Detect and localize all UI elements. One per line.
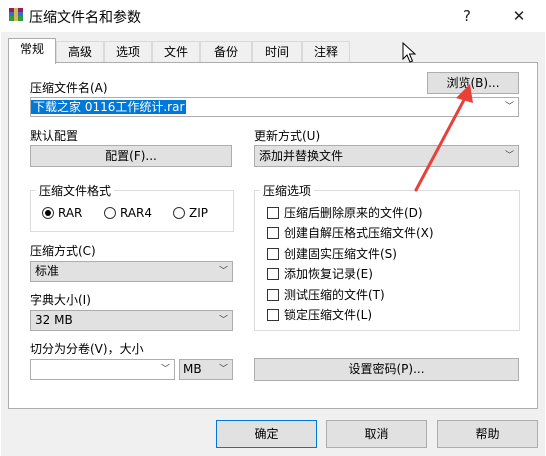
archive-format-title: 压缩文件格式 [36,182,115,199]
chevron-down-icon[interactable]: ﹀ [505,98,514,116]
winrar-app-icon [9,8,23,21]
chevron-down-icon: ﹀ [218,266,228,276]
checkbox-lock-archive-label: 锁定压缩文件(L) [284,308,373,322]
ok-button[interactable]: 确定 [216,420,317,448]
tab-general[interactable]: 常规 [8,38,56,64]
dictionary-size-select[interactable]: 32 MB ﹀ [30,310,233,331]
radio-zip[interactable] [173,207,185,219]
title-bar: 压缩文件名和参数 ? ✕ [0,0,546,32]
update-mode-select[interactable]: 添加并替换文件 ﹀ [254,145,519,167]
chevron-down-icon: ﹀ [218,315,228,325]
dictionary-size-label: 字典大小(I) [30,293,91,307]
close-button[interactable]: ✕ [496,2,542,30]
radio-rar4-label: RAR4 [120,206,153,220]
mouse-cursor-icon [402,42,417,63]
profiles-button[interactable]: 配置(F)... [30,145,232,167]
checkbox-recovery-record[interactable] [267,268,279,280]
compression-method-label: 压缩方式(C) [30,244,96,258]
checkbox-lock-archive[interactable] [267,309,279,321]
set-password-button[interactable]: 设置密码(P)... [254,358,519,381]
compression-method-value: 标准 [35,264,60,278]
split-volumes-label: 切分为分卷(V)，大小 [30,342,144,356]
split-volume-size-input[interactable]: ﹀ [30,359,175,380]
window-title: 压缩文件名和参数 [29,10,141,26]
default-profile-label: 默认配置 [30,129,79,143]
radio-zip-label: ZIP [189,206,208,220]
update-mode-label: 更新方式(U) [254,129,321,143]
chevron-down-icon: ﹀ [218,364,228,374]
checkbox-sfx[interactable] [267,227,279,239]
checkbox-sfx-label: 创建自解压格式压缩文件(X) [284,226,434,240]
help-button[interactable]: 帮助 [437,420,538,448]
archive-name-label: 压缩文件名(A) [30,81,108,95]
archive-options-title: 压缩选项 [260,182,315,199]
tab-files[interactable]: 文件 [152,41,200,63]
checkbox-test-archived-label: 测试压缩的文件(T) [284,288,385,302]
archive-name-value: 下载之家 0116工作统计.rar [31,100,187,114]
update-mode-value: 添加并替换文件 [259,149,344,163]
tab-advanced[interactable]: 高级 [56,41,104,63]
browse-button[interactable]: 浏览(B)... [427,72,519,94]
dictionary-size-value: 32 MB [35,313,73,327]
chevron-down-icon: ﹀ [160,364,170,374]
chevron-down-icon: ﹀ [504,151,514,161]
checkbox-delete-after[interactable] [267,207,279,219]
cancel-button[interactable]: 取消 [326,420,427,448]
checkbox-recovery-record-label: 添加恢复记录(E) [284,267,373,281]
checkbox-solid[interactable] [267,248,279,260]
tab-time[interactable]: 时间 [252,41,302,63]
radio-rar4[interactable] [104,207,116,219]
tab-options[interactable]: 选项 [104,41,152,63]
tab-comment[interactable]: 注释 [302,41,350,63]
split-volume-unit-value: MB [183,362,202,376]
archive-name-input[interactable]: 下载之家 0116工作统计.rar ﹀ [30,97,519,117]
checkbox-delete-after-label: 压缩后删除原来的文件(D) [284,206,423,220]
tab-backup[interactable]: 备份 [200,41,252,63]
checkbox-test-archived[interactable] [267,289,279,301]
split-volume-unit-select[interactable]: MB ﹀ [179,359,233,380]
compression-method-select[interactable]: 标准 ﹀ [30,261,233,282]
radio-rar[interactable] [42,207,54,219]
radio-rar-label: RAR [58,206,83,220]
help-title-button[interactable]: ? [444,2,490,30]
checkbox-solid-label: 创建固实压缩文件(S) [284,247,397,261]
